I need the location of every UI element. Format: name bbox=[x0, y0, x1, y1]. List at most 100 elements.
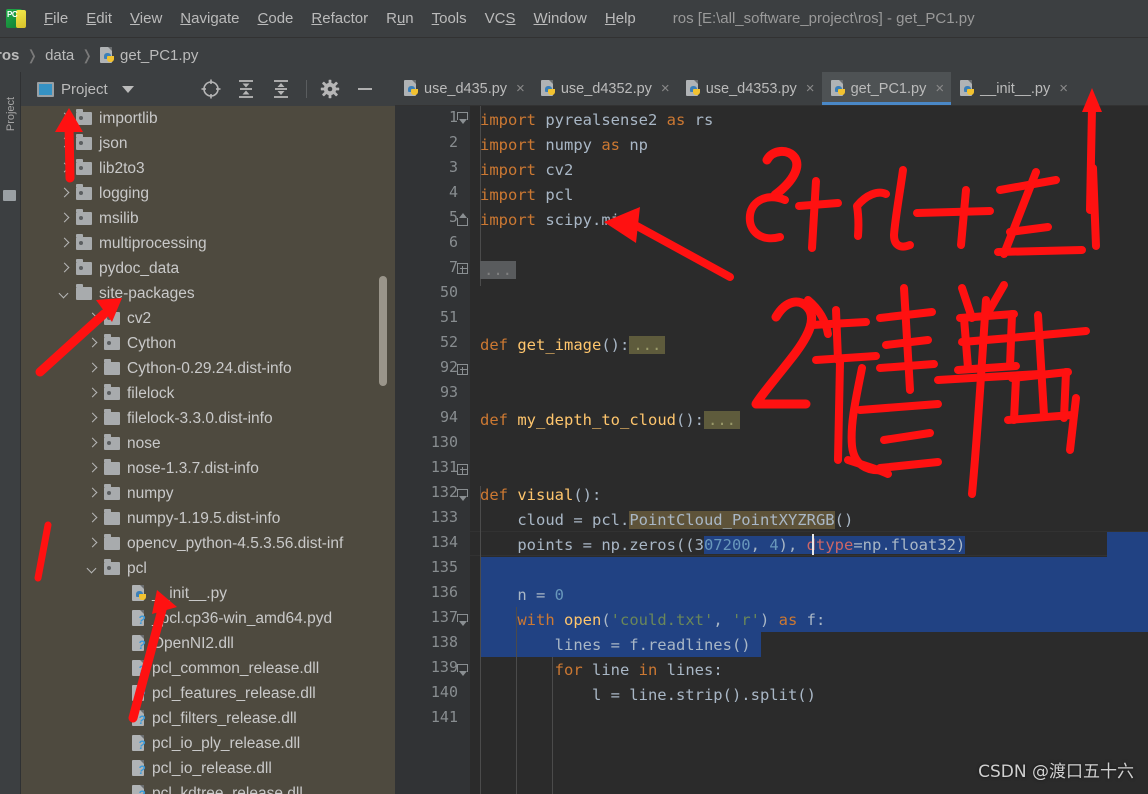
hide-panel-icon[interactable] bbox=[354, 78, 376, 100]
code-line[interactable]: points = np.zeros((307200, 4), dtype=np.… bbox=[480, 533, 965, 558]
menu-item-help[interactable]: Help bbox=[596, 8, 645, 29]
tree-row[interactable]: importlib bbox=[21, 106, 395, 131]
tree-row[interactable]: nose-1.3.7.dist-info bbox=[21, 456, 395, 481]
gear-icon[interactable] bbox=[319, 78, 341, 100]
tree-row[interactable]: json bbox=[21, 131, 395, 156]
tree-row[interactable]: numpy-1.19.5.dist-info bbox=[21, 506, 395, 531]
tree-row[interactable]: site-packages bbox=[21, 281, 395, 306]
tab-init[interactable]: __init__.py × bbox=[951, 72, 1075, 105]
tab-get_PC1[interactable]: get_PC1.py × bbox=[822, 72, 952, 105]
code-fold-toggle-icon[interactable] bbox=[457, 112, 469, 126]
chevron-right-icon[interactable] bbox=[87, 313, 98, 324]
chevron-right-icon[interactable] bbox=[59, 238, 70, 249]
chevron-right-icon[interactable] bbox=[59, 163, 70, 174]
tree-row[interactable]: lib2to3 bbox=[21, 156, 395, 181]
breadcrumb-item-data[interactable]: data bbox=[45, 47, 74, 64]
code-line[interactable]: ... bbox=[480, 258, 516, 283]
tree-row[interactable]: pydoc_data bbox=[21, 256, 395, 281]
chevron-right-icon[interactable] bbox=[59, 263, 70, 274]
code-line[interactable]: l = line.strip().split() bbox=[480, 683, 816, 708]
menu-item-edit[interactable]: Edit bbox=[77, 8, 121, 29]
chevron-right-icon[interactable] bbox=[87, 363, 98, 374]
chevron-right-icon[interactable] bbox=[87, 438, 98, 449]
code-line[interactable]: for line in lines: bbox=[480, 658, 723, 683]
chevron-right-icon[interactable] bbox=[59, 113, 70, 124]
code-fold-toggle-icon[interactable] bbox=[457, 489, 469, 503]
chevron-right-icon[interactable] bbox=[87, 338, 98, 349]
tree-row[interactable]: filelock bbox=[21, 381, 395, 406]
tab-use_d4353[interactable]: use_d4353.py × bbox=[677, 72, 822, 105]
tree-row[interactable]: ?pcl_io_ply_release.dll bbox=[21, 731, 395, 756]
tab-close-icon[interactable]: × bbox=[661, 80, 670, 97]
chevron-right-icon[interactable] bbox=[87, 388, 98, 399]
code-line[interactable]: def my_depth_to_cloud():... bbox=[480, 408, 740, 433]
tree-row[interactable]: pcl bbox=[21, 556, 395, 581]
code-line[interactable]: n = 0 bbox=[480, 583, 564, 608]
tab-close-icon[interactable]: × bbox=[1059, 80, 1068, 97]
collapse-all-icon[interactable] bbox=[270, 78, 292, 100]
chevron-right-icon[interactable] bbox=[87, 463, 98, 474]
chevron-right-icon[interactable] bbox=[59, 188, 70, 199]
menu-item-tools[interactable]: Tools bbox=[423, 8, 476, 29]
tab-close-icon[interactable]: × bbox=[935, 80, 944, 97]
code-fold-toggle-icon[interactable] bbox=[457, 664, 469, 678]
tree-row[interactable]: ?pcl_io_release.dll bbox=[21, 756, 395, 781]
tree-row[interactable]: __init__.py bbox=[21, 581, 395, 606]
code-editor[interactable]: 1234567505152929394130131132133134135136… bbox=[395, 106, 1148, 794]
code-line[interactable]: import cv2 bbox=[480, 158, 573, 183]
editor-gutter[interactable]: 1234567505152929394130131132133134135136… bbox=[395, 106, 470, 794]
chevron-down-icon[interactable] bbox=[122, 86, 134, 93]
tree-row[interactable]: ?pcl_features_release.dll bbox=[21, 681, 395, 706]
code-line[interactable]: def get_image():... bbox=[480, 333, 665, 358]
code-line[interactable]: def visual(): bbox=[480, 483, 601, 508]
chevron-right-icon[interactable] bbox=[87, 513, 98, 524]
code-fold-expand-icon[interactable] bbox=[457, 263, 470, 276]
code-line[interactable]: lines = f.readlines() bbox=[480, 633, 751, 658]
tree-row[interactable]: numpy bbox=[21, 481, 395, 506]
menu-item-vcs[interactable]: VCS bbox=[476, 8, 525, 29]
menu-item-window[interactable]: Window bbox=[525, 8, 596, 29]
tab-use_d4352[interactable]: use_d4352.py × bbox=[532, 72, 677, 105]
tree-row[interactable]: ?pcl_common_release.dll bbox=[21, 656, 395, 681]
tree-row[interactable]: opencv_python-4.5.3.56.dist-inf bbox=[21, 531, 395, 556]
menu-item-view[interactable]: View bbox=[121, 8, 171, 29]
code-fold-expand-icon[interactable] bbox=[457, 464, 470, 477]
tree-row[interactable]: Cython bbox=[21, 331, 395, 356]
tree-row[interactable]: ?pcl_kdtree_release.dll bbox=[21, 781, 395, 794]
structure-icon[interactable] bbox=[3, 190, 16, 201]
code-line[interactable]: import numpy as np bbox=[480, 133, 648, 158]
project-panel-title[interactable]: Project bbox=[61, 81, 108, 98]
tree-row[interactable]: ?pcl_filters_release.dll bbox=[21, 706, 395, 731]
menu-item-refactor[interactable]: Refactor bbox=[302, 8, 377, 29]
locate-icon[interactable] bbox=[200, 78, 222, 100]
tree-row[interactable]: Cython-0.29.24.dist-info bbox=[21, 356, 395, 381]
menu-item-navigate[interactable]: Navigate bbox=[171, 8, 248, 29]
left-strip-project-label[interactable]: Project bbox=[5, 86, 17, 142]
code-line[interactable]: with open('could.txt', 'r') as f: bbox=[480, 608, 825, 633]
tree-row[interactable]: filelock-3.3.0.dist-info bbox=[21, 406, 395, 431]
project-tree[interactable]: importlibjsonlib2to3loggingmsilibmultipr… bbox=[21, 106, 395, 794]
expand-all-icon[interactable] bbox=[235, 78, 257, 100]
code-line[interactable]: import pyrealsense2 as rs bbox=[480, 108, 713, 133]
menu-item-run[interactable]: Run bbox=[377, 8, 423, 29]
code-line[interactable]: import scipy.misc bbox=[480, 208, 639, 233]
code-fold-toggle-icon[interactable] bbox=[457, 614, 469, 628]
chevron-down-icon[interactable] bbox=[59, 288, 70, 299]
chevron-right-icon[interactable] bbox=[87, 413, 98, 424]
tree-row[interactable]: ?_pcl.cp36-win_amd64.pyd bbox=[21, 606, 395, 631]
menu-item-code[interactable]: Code bbox=[249, 8, 303, 29]
tab-close-icon[interactable]: × bbox=[516, 80, 525, 97]
chevron-right-icon[interactable] bbox=[87, 488, 98, 499]
chevron-right-icon[interactable] bbox=[59, 213, 70, 224]
breadcrumb-item-file[interactable]: get_PC1.py bbox=[100, 47, 198, 64]
chevron-down-icon[interactable] bbox=[87, 563, 98, 574]
tree-row[interactable]: nose bbox=[21, 431, 395, 456]
tab-use_d435[interactable]: use_d435.py × bbox=[395, 72, 532, 105]
tree-row[interactable]: multiprocessing bbox=[21, 231, 395, 256]
tree-scrollbar[interactable] bbox=[379, 276, 387, 386]
code-line[interactable]: import pcl bbox=[480, 183, 573, 208]
code-fold-expand-icon[interactable] bbox=[457, 364, 470, 377]
tree-row[interactable]: cv2 bbox=[21, 306, 395, 331]
chevron-right-icon[interactable] bbox=[59, 138, 70, 149]
breadcrumb-item-ros[interactable]: ros bbox=[0, 47, 19, 64]
